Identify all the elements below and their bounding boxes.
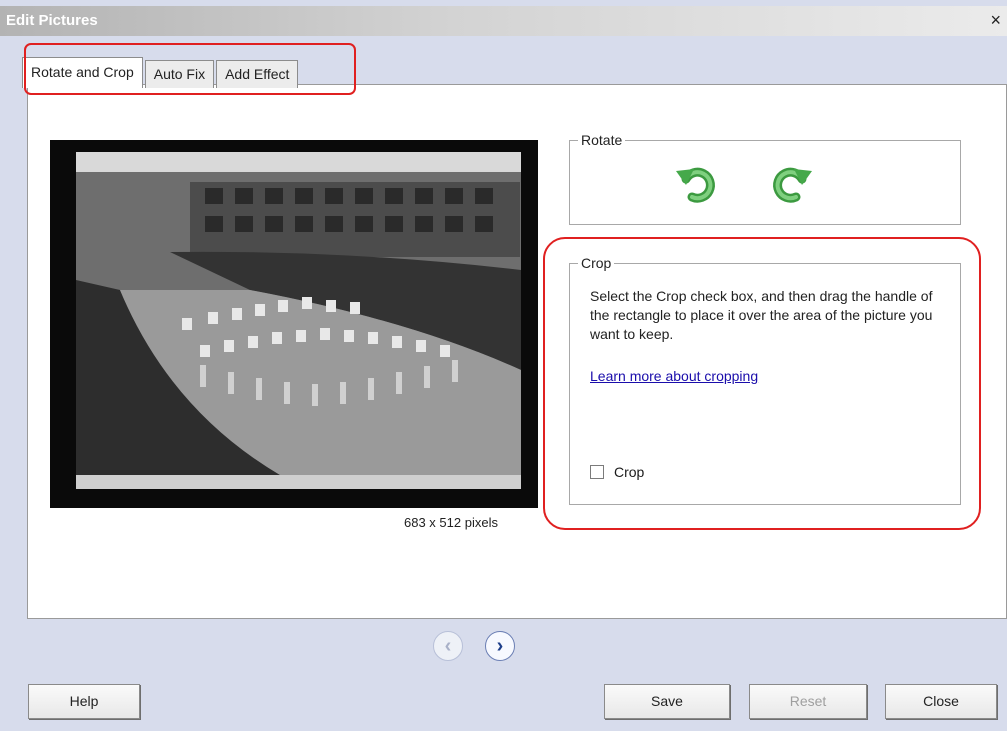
window-title: Edit Pictures [6, 12, 98, 29]
crop-legend: Crop [578, 255, 615, 271]
window-close-button[interactable]: × [990, 10, 1001, 30]
crop-checkbox-row[interactable]: Crop [590, 464, 644, 480]
crop-group: Crop Select the Crop check box, and then… [569, 255, 961, 505]
rotate-group: Rotate [569, 132, 961, 225]
tab-rotate-and-crop[interactable]: Rotate and Crop [22, 57, 143, 88]
tab-strip: Rotate and Crop Auto Fix Add Effect [22, 54, 300, 88]
tab-auto-fix[interactable]: Auto Fix [144, 60, 215, 88]
crop-instructions: Select the Crop check box, and then drag… [590, 288, 933, 342]
rotate-left-button[interactable] [674, 161, 720, 207]
learn-more-cropping-link[interactable]: Learn more about cropping [590, 368, 758, 384]
rotate-clockwise-icon [773, 167, 812, 203]
chevron-left-icon: ‹ [444, 635, 452, 657]
reset-button[interactable]: Reset [749, 684, 867, 719]
tab-add-effect[interactable]: Add Effect [216, 60, 299, 88]
save-button[interactable]: Save [604, 684, 730, 719]
edit-pictures-dialog: Edit Pictures × Rotate and Crop Auto Fix… [0, 0, 1007, 731]
crop-checkbox[interactable] [590, 465, 604, 479]
picture-preview [50, 140, 538, 508]
parade-photo-image [50, 140, 538, 508]
previous-picture-button[interactable]: ‹ [433, 631, 463, 661]
rotate-right-button[interactable] [768, 161, 814, 207]
picture-dimensions: 683 x 512 pixels [404, 515, 498, 530]
rotate-legend: Rotate [578, 132, 626, 148]
chevron-right-icon: › [496, 635, 504, 657]
close-button[interactable]: Close [885, 684, 997, 719]
title-bar: Edit Pictures × [0, 6, 1007, 36]
rotate-counterclockwise-icon [676, 167, 715, 203]
next-picture-button[interactable]: › [485, 631, 515, 661]
help-button[interactable]: Help [28, 684, 140, 719]
crop-checkbox-label: Crop [614, 464, 645, 480]
